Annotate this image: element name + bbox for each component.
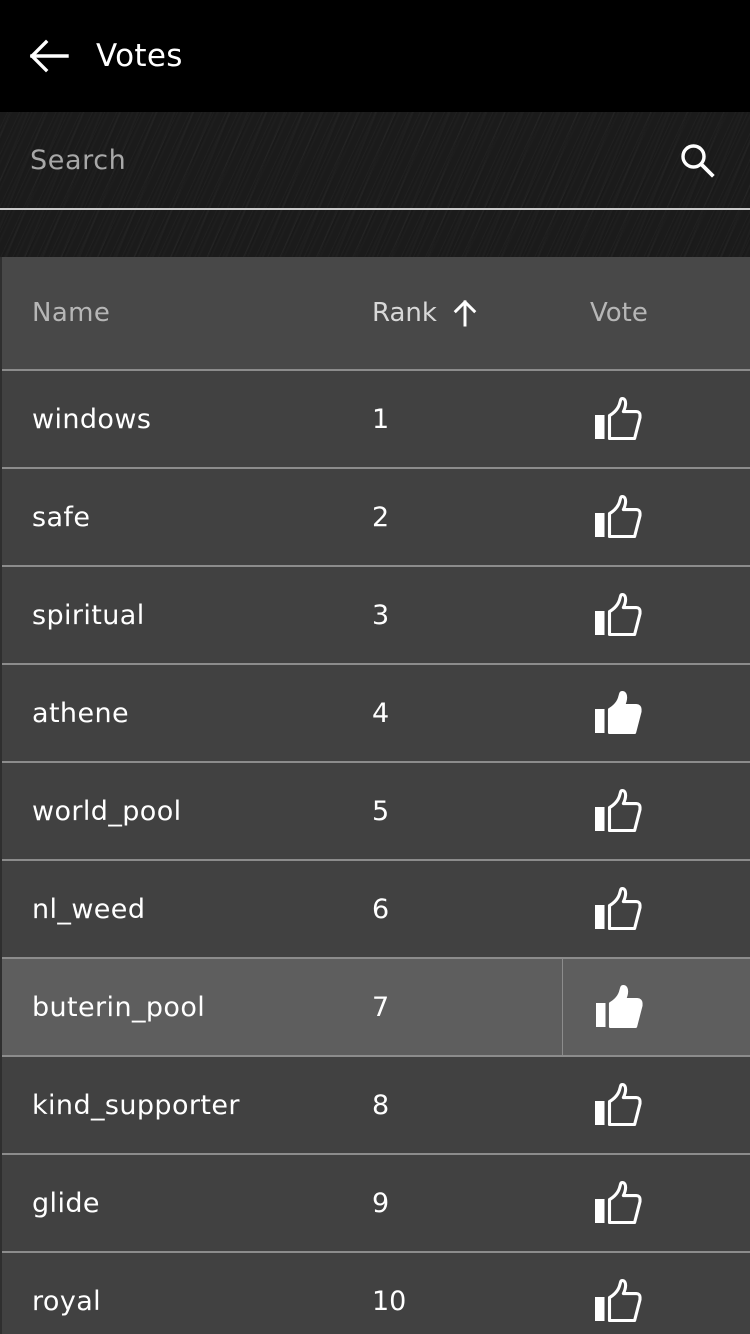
column-header-name[interactable]: Name xyxy=(2,298,372,328)
thumbs-up-filled-icon xyxy=(590,685,646,741)
row-rank: 3 xyxy=(372,599,390,631)
app-bar: Votes xyxy=(0,0,750,112)
row-name: buterin_pool xyxy=(32,991,206,1023)
row-name: kind_supporter xyxy=(32,1089,240,1121)
back-button[interactable] xyxy=(28,34,72,78)
vote-button[interactable] xyxy=(562,469,750,565)
thumbs-up-outline-icon xyxy=(590,881,646,937)
arrow-up-icon xyxy=(453,299,477,327)
row-name: windows xyxy=(32,403,152,435)
vote-button[interactable] xyxy=(562,665,750,761)
table-row[interactable]: royal 10 xyxy=(2,1253,750,1334)
search-underline xyxy=(0,208,750,210)
table-row[interactable]: windows 1 xyxy=(2,371,750,469)
vote-button[interactable] xyxy=(562,1155,750,1251)
row-rank: 6 xyxy=(372,893,390,925)
thumbs-up-outline-icon xyxy=(590,1175,646,1231)
thumbs-up-outline-icon xyxy=(590,489,646,545)
thumbs-up-filled-icon xyxy=(591,979,647,1035)
vote-button[interactable] xyxy=(562,567,750,663)
row-rank: 8 xyxy=(372,1089,390,1121)
vote-button[interactable] xyxy=(562,763,750,859)
column-header-rank-label: Rank xyxy=(372,298,437,328)
row-name: royal xyxy=(32,1285,102,1317)
row-rank: 2 xyxy=(372,501,390,533)
row-name: nl_weed xyxy=(32,893,146,925)
row-name: spiritual xyxy=(32,599,145,631)
vote-button[interactable] xyxy=(562,371,750,467)
vote-button[interactable] xyxy=(562,1057,750,1153)
row-name: world_pool xyxy=(32,795,182,827)
vote-button[interactable] xyxy=(562,1253,750,1334)
table-row[interactable]: safe 2 xyxy=(2,469,750,567)
column-header-rank[interactable]: Rank xyxy=(372,298,562,328)
row-name: safe xyxy=(32,501,91,533)
search-input[interactable] xyxy=(30,144,674,176)
vote-button[interactable] xyxy=(562,959,750,1055)
thumbs-up-outline-icon xyxy=(590,1273,646,1329)
table-row[interactable]: spiritual 3 xyxy=(2,567,750,665)
table-row[interactable]: buterin_pool 7 xyxy=(2,959,750,1057)
table-row[interactable]: athene 4 xyxy=(2,665,750,763)
vote-button[interactable] xyxy=(562,861,750,957)
search-row xyxy=(0,112,750,208)
table-row[interactable]: kind_supporter 8 xyxy=(2,1057,750,1155)
row-name: athene xyxy=(32,697,129,729)
page-title: Votes xyxy=(96,37,183,74)
thumbs-up-outline-icon xyxy=(590,1077,646,1133)
row-rank: 9 xyxy=(372,1187,390,1219)
table-header-row: Name Rank Vote xyxy=(2,257,750,371)
row-rank: 10 xyxy=(372,1285,407,1317)
search-bar-area xyxy=(0,112,750,257)
table-row[interactable]: world_pool 5 xyxy=(2,763,750,861)
row-rank: 1 xyxy=(372,403,390,435)
row-rank: 7 xyxy=(372,991,390,1023)
votes-table: Name Rank Vote windows 1 safe 2 spiritual 3 athen… xyxy=(0,257,750,1334)
column-header-vote[interactable]: Vote xyxy=(562,257,750,369)
table-row[interactable]: glide 9 xyxy=(2,1155,750,1253)
thumbs-up-outline-icon xyxy=(590,391,646,447)
arrow-left-icon xyxy=(30,39,70,73)
row-rank: 4 xyxy=(372,697,390,729)
thumbs-up-outline-icon xyxy=(590,587,646,643)
row-name: glide xyxy=(32,1187,100,1219)
row-rank: 5 xyxy=(372,795,390,827)
table-row[interactable]: nl_weed 6 xyxy=(2,861,750,959)
thumbs-up-outline-icon xyxy=(590,783,646,839)
search-icon[interactable] xyxy=(674,137,720,183)
